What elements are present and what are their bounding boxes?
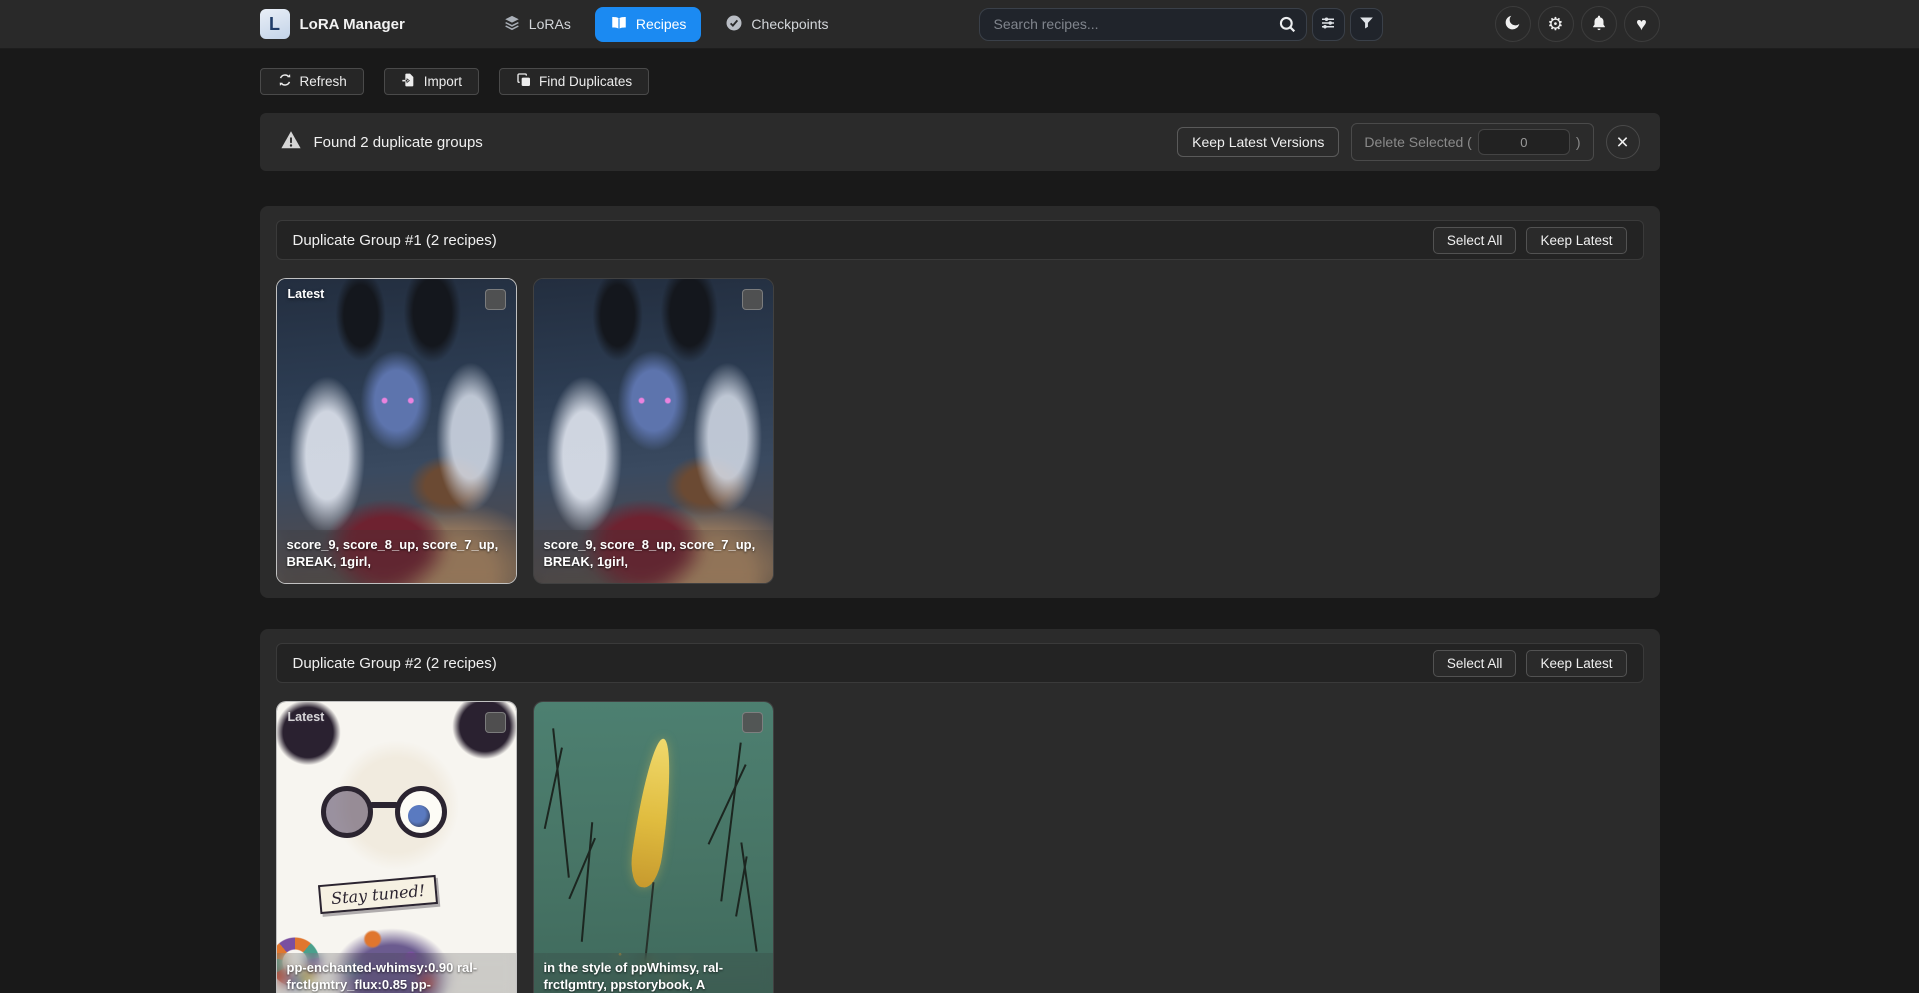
find-duplicates-button[interactable]: Find Duplicates <box>499 68 649 95</box>
layers-icon <box>503 14 521 35</box>
duplicate-group-1: Duplicate Group #1 (2 recipes) Select Al… <box>260 206 1660 598</box>
recipe-preview-image: Stay tuned! <box>277 702 516 993</box>
recipe-card[interactable]: Stay tuned! Latest pp-enchanted-whimsy:0… <box>276 701 517 993</box>
toolbar: Refresh Import Find Duplicates <box>260 68 1660 95</box>
tab-loras[interactable]: LoRAs <box>493 7 581 42</box>
nav-icon-buttons: ⚙ ♥ <box>1495 6 1660 42</box>
refresh-icon <box>277 72 293 91</box>
search-bar <box>979 8 1307 41</box>
group-title: Duplicate Group #2 (2 recipes) <box>293 655 497 672</box>
cat-glasses-bridge <box>369 802 399 808</box>
app-logo-icon: L <box>260 9 290 39</box>
delete-selected-prefix: Delete Selected ( <box>1364 134 1471 150</box>
group-header: Duplicate Group #2 (2 recipes) Select Al… <box>276 643 1644 683</box>
twig-art <box>552 728 570 877</box>
recipe-card[interactable]: Latest score_9, score_8_up, score_7_up, … <box>276 278 517 584</box>
stay-tuned-sign: Stay tuned! <box>317 875 437 914</box>
delete-selected-button[interactable]: Delete Selected ( ) <box>1351 123 1593 161</box>
latest-badge: Latest <box>288 710 325 724</box>
find-duplicates-label: Find Duplicates <box>539 74 632 89</box>
warning-icon <box>280 129 302 155</box>
select-all-button[interactable]: Select All <box>1433 650 1517 677</box>
heart-icon: ♥ <box>1636 15 1647 33</box>
file-import-icon <box>401 72 417 91</box>
twig-art <box>740 842 757 951</box>
group-header: Duplicate Group #1 (2 recipes) Select Al… <box>276 220 1644 260</box>
app-title: LoRA Manager <box>300 16 405 33</box>
copy-icon <box>516 72 532 91</box>
check-circle-icon <box>725 14 743 35</box>
recipe-prompt-caption: pp-enchanted-whimsy:0.90 ral-frctlgmtry_… <box>277 953 516 993</box>
keep-latest-versions-button[interactable]: Keep Latest Versions <box>1177 127 1339 157</box>
group-cards: Latest score_9, score_8_up, score_7_up, … <box>276 278 1644 584</box>
card-checkbox[interactable] <box>485 289 506 310</box>
funnel-icon <box>1358 14 1375 34</box>
notifications-button[interactable] <box>1581 6 1617 42</box>
duplicate-group-2: Duplicate Group #2 (2 recipes) Select Al… <box>260 629 1660 993</box>
tab-label: Checkpoints <box>751 16 828 32</box>
recipe-prompt-caption: score_9, score_8_up, score_7_up, BREAK, … <box>277 530 516 583</box>
bell-icon <box>1590 14 1608 35</box>
navbar: L LoRA Manager LoRAs Recipes C <box>0 0 1919 49</box>
tab-recipes[interactable]: Recipes <box>595 7 702 42</box>
refresh-label: Refresh <box>300 74 347 89</box>
gear-icon: ⚙ <box>1547 15 1563 33</box>
tab-label: LoRAs <box>529 16 571 32</box>
search-options-button[interactable] <box>1312 8 1345 41</box>
sliders-icon <box>1319 14 1337 35</box>
latest-badge: Latest <box>288 287 325 301</box>
cat-glasses-right-lens <box>395 786 447 838</box>
delete-selected-suffix: ) <box>1576 134 1581 150</box>
brand[interactable]: L LoRA Manager <box>260 9 405 39</box>
tab-checkpoints[interactable]: Checkpoints <box>715 7 838 42</box>
refresh-button[interactable]: Refresh <box>260 68 364 95</box>
twig-art <box>580 822 592 942</box>
duplicates-alert-banner: Found 2 duplicate groups Keep Latest Ver… <box>260 113 1660 171</box>
close-icon: × <box>1616 132 1628 153</box>
recipe-prompt-caption: in the style of ppWhimsy, ral-frctlgmtry… <box>534 953 773 993</box>
logo-letter: L <box>269 14 280 35</box>
select-all-button[interactable]: Select All <box>1433 227 1517 254</box>
recipe-card[interactable]: score_9, score_8_up, score_7_up, BREAK, … <box>533 278 774 584</box>
search-icon[interactable] <box>1275 12 1301 38</box>
recipe-prompt-caption: score_9, score_8_up, score_7_up, BREAK, … <box>534 530 773 583</box>
filter-button[interactable] <box>1350 8 1383 41</box>
card-checkbox[interactable] <box>485 712 506 733</box>
group-cards: Stay tuned! Latest pp-enchanted-whimsy:0… <box>276 701 1644 993</box>
open-book-icon <box>610 14 628 35</box>
close-alert-button[interactable]: × <box>1606 125 1640 159</box>
recipe-preview-image <box>534 702 773 993</box>
cat-glasses-left-lens <box>321 786 373 838</box>
keep-latest-button[interactable]: Keep Latest <box>1526 650 1626 677</box>
card-checkbox[interactable] <box>742 712 763 733</box>
feather-art <box>627 737 678 890</box>
twig-art <box>720 742 741 901</box>
settings-button[interactable]: ⚙ <box>1538 6 1574 42</box>
import-label: Import <box>424 74 462 89</box>
group-title: Duplicate Group #1 (2 recipes) <box>293 232 497 249</box>
tab-label: Recipes <box>636 16 687 32</box>
search-input[interactable] <box>979 8 1307 41</box>
alert-message: Found 2 duplicate groups <box>314 134 483 151</box>
selected-count-input[interactable] <box>1478 129 1570 155</box>
theme-toggle-button[interactable] <box>1495 6 1531 42</box>
recipe-card[interactable]: in the style of ppWhimsy, ral-frctlgmtry… <box>533 701 774 993</box>
keep-latest-button[interactable]: Keep Latest <box>1526 227 1626 254</box>
support-button[interactable]: ♥ <box>1624 6 1660 42</box>
moon-icon <box>1503 13 1522 35</box>
nav-tabs: LoRAs Recipes Checkpoints <box>493 7 839 42</box>
card-checkbox[interactable] <box>742 289 763 310</box>
import-button[interactable]: Import <box>384 68 479 95</box>
